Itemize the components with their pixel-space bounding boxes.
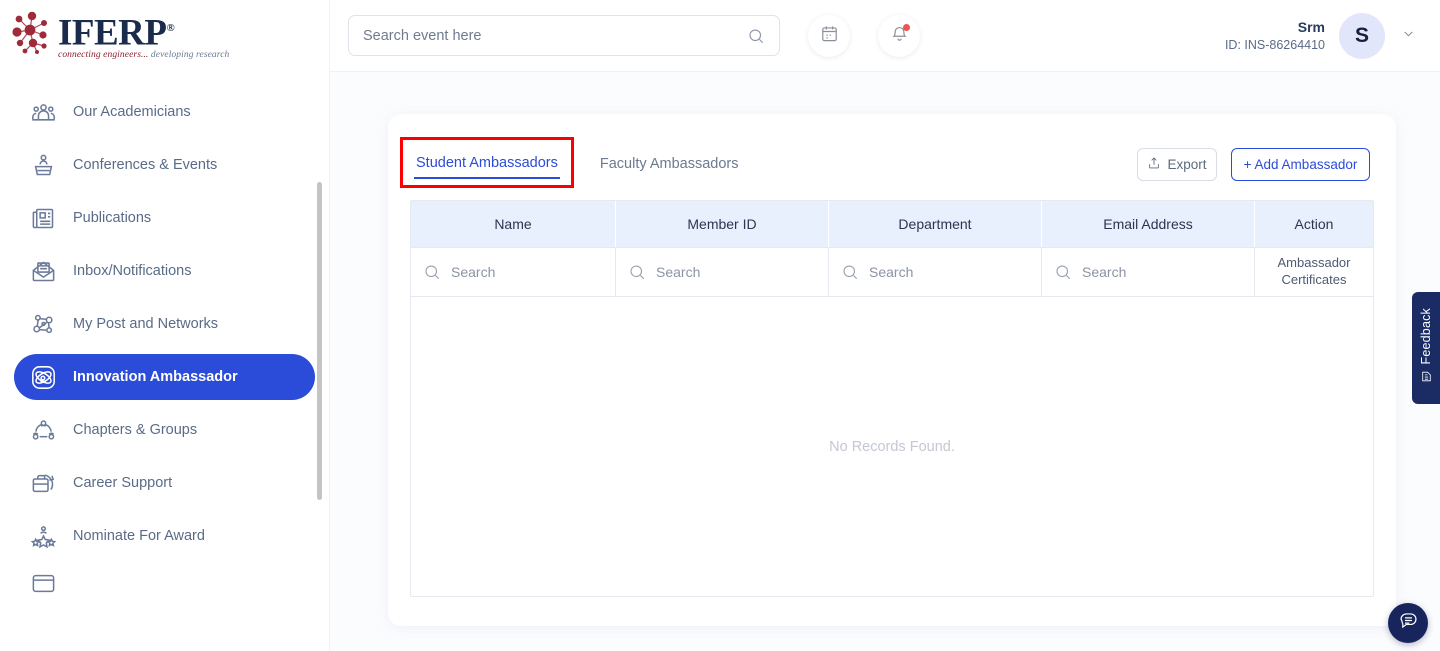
empty-state: No Records Found. [411,296,1373,596]
main-area: Srm ID: INS-86264410 S Student Ambassado… [330,0,1440,651]
sidebar-item-label: Chapters & Groups [73,422,197,438]
filter-input-name[interactable] [451,264,603,280]
chat-bubble-icon [1398,610,1419,636]
sidebar-item-partial-bottom[interactable] [14,573,315,593]
card-icon [28,573,58,593]
column-header-member-id: Member ID [616,201,829,247]
feedback-label: Feedback [1419,308,1433,365]
chat-support-button[interactable] [1388,603,1428,643]
column-header-department: Department [829,201,1042,247]
content-area: Student Ambassadors Faculty Ambassadors [330,72,1440,626]
upload-icon [1147,156,1167,173]
sidebar-item-career-support[interactable]: Career Support [14,460,315,506]
group-people-icon [28,97,58,127]
tab-student-ambassadors[interactable]: Student Ambassadors [414,149,560,179]
column-header-action: Action [1255,201,1373,247]
feedback-tab[interactable]: Feedback [1412,292,1440,404]
filter-cell-member-id[interactable] [616,248,829,296]
tab-label: Faculty Ambassadors [600,156,739,172]
ambassadors-card: Student Ambassadors Faculty Ambassadors [388,114,1396,626]
user-name: Srm [1225,18,1325,37]
iferp-molecule-icon [10,10,56,56]
add-ambassador-label: + Add Ambassador [1244,157,1358,172]
app-root: IFERP® connecting engineers... developin… [0,0,1440,651]
user-info: Srm ID: INS-86264410 [1225,18,1325,54]
export-button[interactable]: Export [1137,148,1217,181]
sidebar-item-label: Conferences & Events [73,157,217,173]
sidebar-item-label: Innovation Ambassador [73,369,238,385]
sidebar-item-publications[interactable]: Publications [14,195,315,241]
chevron-down-icon[interactable] [1401,26,1416,46]
sidebar-nav: Our Academicians Conferences & Events Pu… [0,72,329,593]
sidebar-item-inbox-notifications[interactable]: Inbox/Notifications [14,248,315,294]
search-icon [841,263,859,281]
calendar-button[interactable] [808,15,850,57]
search-icon [628,263,646,281]
sidebar-item-label: Publications [73,210,151,226]
tab-faculty-ambassadors[interactable]: Faculty Ambassadors [598,150,741,178]
open-envelope-icon [28,256,58,286]
sidebar-item-conferences-events[interactable]: Conferences & Events [14,142,315,188]
add-ambassador-button[interactable]: + Add Ambassador [1231,148,1370,181]
export-label: Export [1167,157,1206,172]
sidebar-item-chapters-groups[interactable]: Chapters & Groups [14,407,315,453]
sidebar-item-label: Inbox/Notifications [73,263,191,279]
sidebar-item-label: Our Academicians [73,104,191,120]
notification-badge-dot [903,24,910,31]
feedback-form-icon [1420,370,1433,388]
tab-bar: Student Ambassadors Faculty Ambassadors [414,149,779,179]
filter-cell-department[interactable] [829,248,1042,296]
tab-label: Student Ambassadors [416,155,558,171]
newspaper-icon [28,203,58,233]
network-nodes-icon [28,309,58,339]
brand-logo[interactable]: IFERP® connecting engineers... developin… [0,0,329,72]
column-header-name: Name [411,201,616,247]
brand-name: IFERP® [58,8,229,53]
chapters-group-icon [28,415,58,445]
sidebar-item-label: Nominate For Award [73,528,205,544]
registered-mark: ® [167,22,175,34]
filter-input-department[interactable] [869,264,1029,280]
search-input[interactable] [363,28,747,44]
sidebar-item-label: Career Support [73,475,172,491]
empty-state-message: No Records Found. [829,439,955,455]
global-search[interactable] [348,15,780,56]
card-header: Student Ambassadors Faculty Ambassadors [410,142,1374,186]
card-actions: Export + Add Ambassador [1137,148,1370,181]
user-id: ID: INS-86264410 [1225,37,1325,54]
award-stars-icon [28,521,58,551]
table-filter-row: Ambassador Certificates [411,247,1373,296]
innovation-atom-icon [28,362,58,392]
ambassador-certificates-label: Ambassador Certificates [1267,255,1361,289]
table-header-row: Name Member ID Department Email Address … [411,201,1373,247]
sidebar-item-my-post-and-networks[interactable]: My Post and Networks [14,301,315,347]
filter-input-member-id[interactable] [656,264,816,280]
search-icon [747,27,765,45]
sidebar: IFERP® connecting engineers... developin… [0,0,330,651]
sidebar-item-our-academicians[interactable]: Our Academicians [14,89,315,135]
sidebar-item-label: My Post and Networks [73,316,218,332]
notifications-button[interactable] [878,15,920,57]
search-icon [1054,263,1072,281]
sidebar-scrollbar[interactable] [317,182,322,500]
filter-input-email-address[interactable] [1082,264,1242,280]
filter-cell-name[interactable] [411,248,616,296]
avatar[interactable]: S [1339,13,1385,59]
user-menu[interactable]: Srm ID: INS-86264410 S [1225,13,1422,59]
sidebar-item-innovation-ambassador[interactable]: Innovation Ambassador [14,354,315,400]
search-icon [423,263,441,281]
briefcase-icon [28,468,58,498]
filter-cell-email-address[interactable] [1042,248,1255,296]
topbar: Srm ID: INS-86264410 S [330,0,1440,72]
calendar-icon [820,24,839,48]
ambassadors-table: Name Member ID Department Email Address … [410,200,1374,597]
column-header-email-address: Email Address [1042,201,1255,247]
podium-speaker-icon [28,150,58,180]
sidebar-item-nominate-for-award[interactable]: Nominate For Award [14,513,315,559]
action-cell[interactable]: Ambassador Certificates [1255,248,1373,296]
